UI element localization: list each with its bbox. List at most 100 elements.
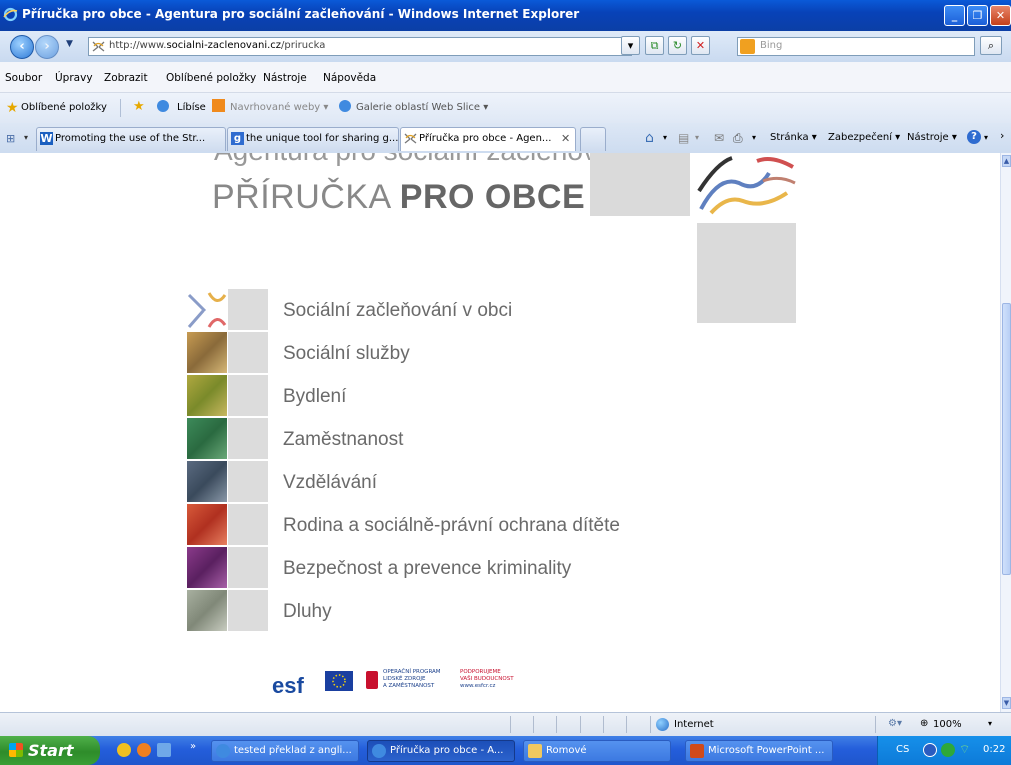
feeds-icon[interactable]: ▤: [678, 131, 689, 145]
menu-item-bezpecnost[interactable]: Bezpečnost a prevence kriminality: [283, 558, 571, 580]
wifi-icon[interactable]: ⌔: [959, 742, 970, 757]
tab-unique-tool[interactable]: g the unique tool for sharing g...: [227, 127, 399, 151]
scroll-up-icon[interactable]: ▲: [1002, 155, 1011, 167]
separator: [580, 716, 581, 733]
start-button[interactable]: Start: [0, 736, 100, 765]
taskbar: Start » tested překlad z angli... Příruč…: [0, 736, 1011, 765]
tab-prirucka[interactable]: Příručka pro obce - Agen... ✕: [400, 127, 576, 151]
new-tab-button[interactable]: [580, 127, 606, 151]
favorites-bar: ★ Oblíbené položky ★ Líbíse Navrhované w…: [0, 93, 1011, 124]
home-dropdown-icon[interactable]: ▾: [663, 133, 667, 142]
clock: 0:22: [983, 744, 1006, 755]
mail-icon[interactable]: ✉: [714, 131, 724, 145]
search-input[interactable]: Bing: [737, 37, 975, 56]
menu-item-vzdelavani[interactable]: Vzdělávání: [283, 472, 377, 494]
more-chevron-icon[interactable]: ›: [1000, 129, 1004, 142]
add-favorite-icon[interactable]: ★: [133, 99, 145, 114]
tab-list-dropdown-icon[interactable]: ▾: [24, 133, 28, 142]
tab-promoting[interactable]: W Promoting the use of the Str...: [36, 127, 226, 151]
menu-bar: Soubor Úpravy Zobrazit Oblíbené položky …: [0, 62, 1011, 93]
ie-page-icon: [157, 100, 169, 112]
search-placeholder: Bing: [760, 40, 783, 51]
windows-logo-icon: [9, 743, 23, 757]
menu-oblibene[interactable]: Oblíbené položky: [166, 72, 256, 84]
scroll-down-icon[interactable]: ▼: [1002, 697, 1011, 709]
tab-row: ⊞ ▾ W Promoting the use of the Str... g …: [0, 123, 1011, 154]
fav-item-webslice[interactable]: Galerie oblastí Web Slice ▾: [356, 102, 488, 113]
bing-icon: [740, 39, 755, 54]
window-title: Příručka pro obce - Agentura pro sociáln…: [22, 7, 580, 21]
status-bar: Internet ⚙▾ ⊕ 100% ▾: [0, 712, 1011, 737]
menu-upravy[interactable]: Úpravy: [55, 72, 93, 84]
logo-graphic: [697, 153, 796, 216]
zoom-level[interactable]: 100%: [933, 719, 962, 730]
menu-soubor[interactable]: Soubor: [5, 72, 42, 84]
menu-napoveda[interactable]: Nápověda: [323, 72, 376, 84]
menu-nastroje[interactable]: Nástroje: [263, 72, 307, 84]
back-button[interactable]: ‹: [10, 35, 34, 59]
separator: [603, 716, 604, 733]
menu-item-zamestnanost[interactable]: Zaměstnanost: [283, 429, 403, 451]
powerpoint-icon: [690, 744, 704, 758]
url-dropdown-button[interactable]: ▾: [621, 36, 640, 55]
minimize-button[interactable]: _: [944, 5, 965, 26]
safety-menu[interactable]: Zabezpečení ▾: [828, 132, 900, 143]
print-dropdown-icon[interactable]: ▾: [752, 133, 756, 142]
scroll-thumb[interactable]: [1002, 303, 1011, 575]
help-icon[interactable]: ?: [967, 130, 981, 144]
menu-item-bydleni[interactable]: Bydlení: [283, 386, 346, 408]
tools-menu[interactable]: Nástroje ▾: [907, 132, 957, 143]
vertical-scrollbar[interactable]: ▲ ▼: [1000, 153, 1011, 712]
quicklaunch-icon[interactable]: [117, 743, 131, 757]
zone-label: Internet: [674, 719, 714, 730]
quicklaunch-icon[interactable]: [157, 743, 171, 757]
protected-mode-icon[interactable]: ⚙▾: [888, 718, 902, 729]
separator: [556, 716, 557, 733]
taskbar-button-romove[interactable]: Romové: [523, 740, 671, 762]
menu-zobrazit[interactable]: Zobrazit: [104, 72, 148, 84]
print-icon[interactable]: ⎙: [733, 131, 743, 146]
quicklaunch-icon[interactable]: [137, 743, 151, 757]
feeds-dropdown-icon[interactable]: ▾: [695, 133, 699, 142]
favorites-label[interactable]: Oblíbené položky: [21, 102, 107, 113]
quicklaunch-more-icon[interactable]: »: [190, 741, 196, 752]
taskbar-button-powerpoint[interactable]: Microsoft PowerPoint ...: [685, 740, 833, 762]
thumb-grey: [228, 590, 268, 631]
stop-icon[interactable]: ✕: [691, 36, 710, 55]
menu-item-socialni-zaclenovani[interactable]: Sociální začleňování v obci: [283, 300, 512, 322]
menu-item-dluhy[interactable]: Dluhy: [283, 601, 332, 623]
close-button[interactable]: ✕: [990, 5, 1011, 26]
page-menu[interactable]: Stránka ▾: [770, 132, 817, 143]
ie-logo-icon: [3, 7, 18, 22]
help-dropdown-icon[interactable]: ▾: [984, 133, 988, 142]
thumb-grey: [228, 289, 268, 330]
separator: [533, 716, 534, 733]
quick-tabs-icon[interactable]: ⊞: [6, 132, 15, 145]
tray-status-icon[interactable]: [941, 743, 955, 757]
separator: [626, 716, 627, 733]
thumb-photo-security: [187, 547, 227, 588]
thumb-grey: [228, 375, 268, 416]
language-indicator[interactable]: CS: [896, 744, 909, 755]
refresh-icon[interactable]: ↻: [668, 36, 687, 55]
menu-item-rodina[interactable]: Rodina a sociálně-právní ochrana dítěte: [283, 515, 620, 537]
maximize-button[interactable]: ❐: [967, 5, 988, 26]
system-tray: CS ⌔ 0:22: [877, 736, 1011, 765]
search-button[interactable]: ⌕: [980, 36, 1002, 55]
taskbar-button-prirucka[interactable]: Příručka pro obce - A...: [367, 740, 515, 762]
forward-button[interactable]: ›: [35, 35, 59, 59]
url-field[interactable]: http://www.socialni-zaclenovani.cz/priru…: [88, 37, 632, 56]
fav-item-suggested[interactable]: Navrhované weby ▾: [230, 102, 328, 113]
home-icon[interactable]: ⌂: [645, 130, 654, 146]
thumb-grey: [228, 504, 268, 545]
tray-back-icon[interactable]: [923, 743, 937, 757]
tab-close-icon[interactable]: ✕: [561, 132, 570, 145]
fav-item-libise[interactable]: Líbíse: [177, 102, 206, 113]
favorites-star-icon[interactable]: ★: [6, 100, 19, 116]
history-dropdown-icon[interactable]: ▼: [66, 39, 73, 49]
zoom-icon[interactable]: ⊕: [920, 718, 928, 729]
menu-item-socialni-sluzby[interactable]: Sociální služby: [283, 343, 410, 365]
zoom-dropdown-icon[interactable]: ▾: [988, 719, 992, 728]
compatibility-view-icon[interactable]: ⧉: [645, 36, 664, 55]
taskbar-button-translation[interactable]: tested překlad z angli...: [211, 740, 359, 762]
